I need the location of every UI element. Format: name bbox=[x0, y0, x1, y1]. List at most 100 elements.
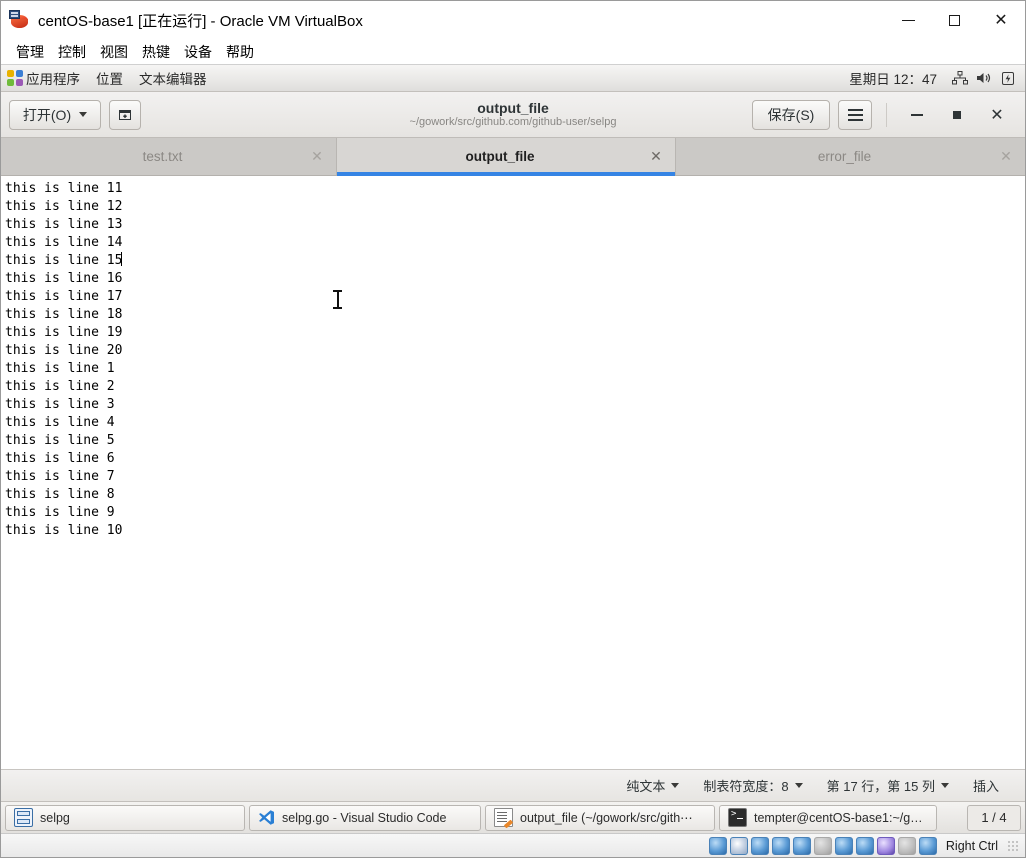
volume-icon[interactable] bbox=[973, 67, 995, 89]
document-line: this is line 16 bbox=[5, 271, 123, 286]
tab-label: output_file bbox=[465, 149, 535, 164]
document-line: this is line 3 bbox=[5, 397, 115, 412]
gedit-statusbar: 纯文本 制表符宽度：8 第 17 行，第 15 列 插入 bbox=[1, 769, 1025, 801]
tab-label: error_file bbox=[817, 149, 872, 164]
recording-icon[interactable] bbox=[855, 836, 874, 855]
shared-folder-icon[interactable] bbox=[813, 836, 832, 855]
document-line: this is line 15 bbox=[5, 252, 123, 268]
document-line: this is line 2 bbox=[5, 379, 115, 394]
taskbar-item-terminal[interactable]: tempter@centOS-base1:~/gow⋯ bbox=[719, 804, 937, 831]
gedit-minimize-button[interactable] bbox=[897, 95, 937, 135]
virtualbox-logo-icon bbox=[8, 9, 30, 31]
menu-item-hotkeys[interactable]: 热键 bbox=[135, 41, 177, 63]
tab-error-file[interactable]: error_file ✕ bbox=[676, 138, 1025, 175]
network-icon[interactable] bbox=[949, 67, 971, 89]
tab-width-selector[interactable]: 制表符宽度：8 bbox=[691, 776, 814, 795]
language-selector[interactable]: 纯文本 bbox=[614, 776, 691, 795]
tab-label: test.txt bbox=[142, 149, 183, 164]
virtualbox-title: centOS-base1 [正在运行] - Oracle VM VirtualB… bbox=[38, 12, 363, 30]
taskbar-item-label: tempter@centOS-base1:~/gow⋯ bbox=[754, 811, 928, 825]
floppy-icon[interactable] bbox=[750, 836, 769, 855]
close-icon[interactable]: ✕ bbox=[647, 149, 665, 165]
chevron-down-icon bbox=[671, 783, 680, 788]
document-line: this is line 11 bbox=[5, 181, 123, 196]
panel-status-area: 星期日 12：47 bbox=[839, 67, 1019, 89]
guest-screen: 应用程序 位置 文本编辑器 星期日 12：47 打开(O) output_fil… bbox=[1, 64, 1025, 833]
workspace-pager[interactable]: 1 / 4 bbox=[967, 804, 1021, 831]
menu-item-devices[interactable]: 设备 bbox=[177, 41, 219, 63]
cursor-position-selector[interactable]: 第 17 行，第 15 列 bbox=[815, 776, 961, 795]
resize-grip[interactable] bbox=[1007, 839, 1019, 852]
document-line: this is line 8 bbox=[5, 487, 115, 502]
virtualbox-close-button[interactable]: ✕ bbox=[977, 1, 1025, 39]
network-icon[interactable] bbox=[771, 836, 790, 855]
applications-menu-label: 应用程序 bbox=[26, 72, 80, 87]
applications-icon bbox=[7, 70, 23, 86]
taskbar-item-label: selpg bbox=[40, 810, 70, 825]
taskbar-item-gedit[interactable]: output_file (~/gowork/src/gith⋯ bbox=[485, 804, 715, 831]
virtualbox-maximize-button[interactable] bbox=[931, 1, 977, 39]
places-menu[interactable]: 位置 bbox=[88, 65, 131, 91]
document-line: this is line 19 bbox=[5, 325, 123, 340]
close-icon[interactable]: ✕ bbox=[308, 149, 326, 165]
open-button-label: 打开(O) bbox=[22, 106, 72, 123]
virtualbox-window: centOS-base1 [正在运行] - Oracle VM VirtualB… bbox=[0, 0, 1026, 858]
cpu-icon[interactable] bbox=[876, 836, 895, 855]
hamburger-menu-button[interactable] bbox=[838, 99, 872, 130]
document-line: this is line 13 bbox=[5, 217, 123, 232]
document-line: this is line 1 bbox=[5, 361, 115, 376]
save-button[interactable]: 保存(S) bbox=[752, 99, 830, 130]
tab-test-txt[interactable]: test.txt ✕ bbox=[1, 138, 337, 175]
virtualbox-minimize-button[interactable] bbox=[885, 1, 931, 39]
header-separator bbox=[886, 102, 887, 127]
virtualbox-statusbar: Right Ctrl bbox=[1, 833, 1025, 857]
usb-icon[interactable] bbox=[792, 836, 811, 855]
document-line: this is line 17 bbox=[5, 289, 123, 304]
menu-item-manage[interactable]: 管理 bbox=[9, 41, 51, 63]
language-label: 纯文本 bbox=[626, 779, 666, 794]
gnome-top-panel: 应用程序 位置 文本编辑器 星期日 12：47 bbox=[1, 65, 1025, 92]
panel-clock[interactable]: 星期日 12：47 bbox=[839, 68, 947, 88]
document-line: this is line 12 bbox=[5, 199, 123, 214]
document-line: this is line 14 bbox=[5, 235, 123, 250]
cursor-position-label: 第 17 行，第 15 列 bbox=[826, 779, 935, 794]
hard-disk-icon[interactable] bbox=[708, 836, 727, 855]
page-title: output_file bbox=[477, 99, 549, 116]
chevron-down-icon bbox=[940, 783, 949, 788]
open-button[interactable]: 打开(O) bbox=[9, 99, 101, 130]
terminal-icon bbox=[728, 808, 747, 827]
keyboard-icon[interactable] bbox=[918, 836, 937, 855]
menu-item-control[interactable]: 控制 bbox=[51, 41, 93, 63]
tab-width-label: 制表符宽度：8 bbox=[703, 779, 789, 794]
menu-item-view[interactable]: 视图 bbox=[93, 41, 135, 63]
applications-menu[interactable]: 应用程序 bbox=[5, 65, 88, 91]
gedit-maximize-button[interactable] bbox=[937, 95, 977, 135]
gedit-icon bbox=[494, 808, 513, 827]
text-caret bbox=[121, 252, 123, 266]
chevron-down-icon bbox=[794, 783, 803, 788]
display-icon[interactable] bbox=[834, 836, 853, 855]
file-manager-icon bbox=[14, 808, 33, 827]
taskbar-item-vscode[interactable]: selpg.go - Visual Studio Code bbox=[249, 804, 481, 831]
battery-icon[interactable] bbox=[997, 67, 1019, 89]
document-line: this is line 5 bbox=[5, 433, 115, 448]
new-document-icon bbox=[117, 107, 133, 123]
text-editor-area[interactable]: this is line 11 this is line 12 this is li… bbox=[1, 176, 1025, 769]
document-line: this is line 9 bbox=[5, 505, 115, 520]
gedit-window: 打开(O) output_file ~/gowork/src/github.co… bbox=[1, 92, 1025, 801]
menu-item-help[interactable]: 帮助 bbox=[219, 41, 261, 63]
close-icon[interactable]: ✕ bbox=[997, 149, 1015, 165]
gedit-close-button[interactable]: ✕ bbox=[977, 95, 1017, 135]
tab-output-file[interactable]: output_file ✕ bbox=[337, 138, 676, 176]
mouse-icon[interactable] bbox=[897, 836, 916, 855]
gedit-header-right: 保存(S) ✕ bbox=[752, 95, 1017, 135]
document-line: this is line 7 bbox=[5, 469, 115, 484]
text-editor-menu[interactable]: 文本编辑器 bbox=[131, 65, 215, 91]
optical-disk-icon[interactable] bbox=[729, 836, 748, 855]
document-line: this is line 18 bbox=[5, 307, 123, 322]
gedit-tabbar: test.txt ✕ output_file ✕ error_file ✕ bbox=[1, 138, 1025, 176]
vscode-icon bbox=[258, 809, 275, 826]
new-document-button[interactable] bbox=[109, 99, 141, 130]
taskbar-item-selpg[interactable]: selpg bbox=[5, 804, 245, 831]
page-subtitle-path: ~/gowork/src/github.com/github-user/selp… bbox=[409, 115, 617, 128]
